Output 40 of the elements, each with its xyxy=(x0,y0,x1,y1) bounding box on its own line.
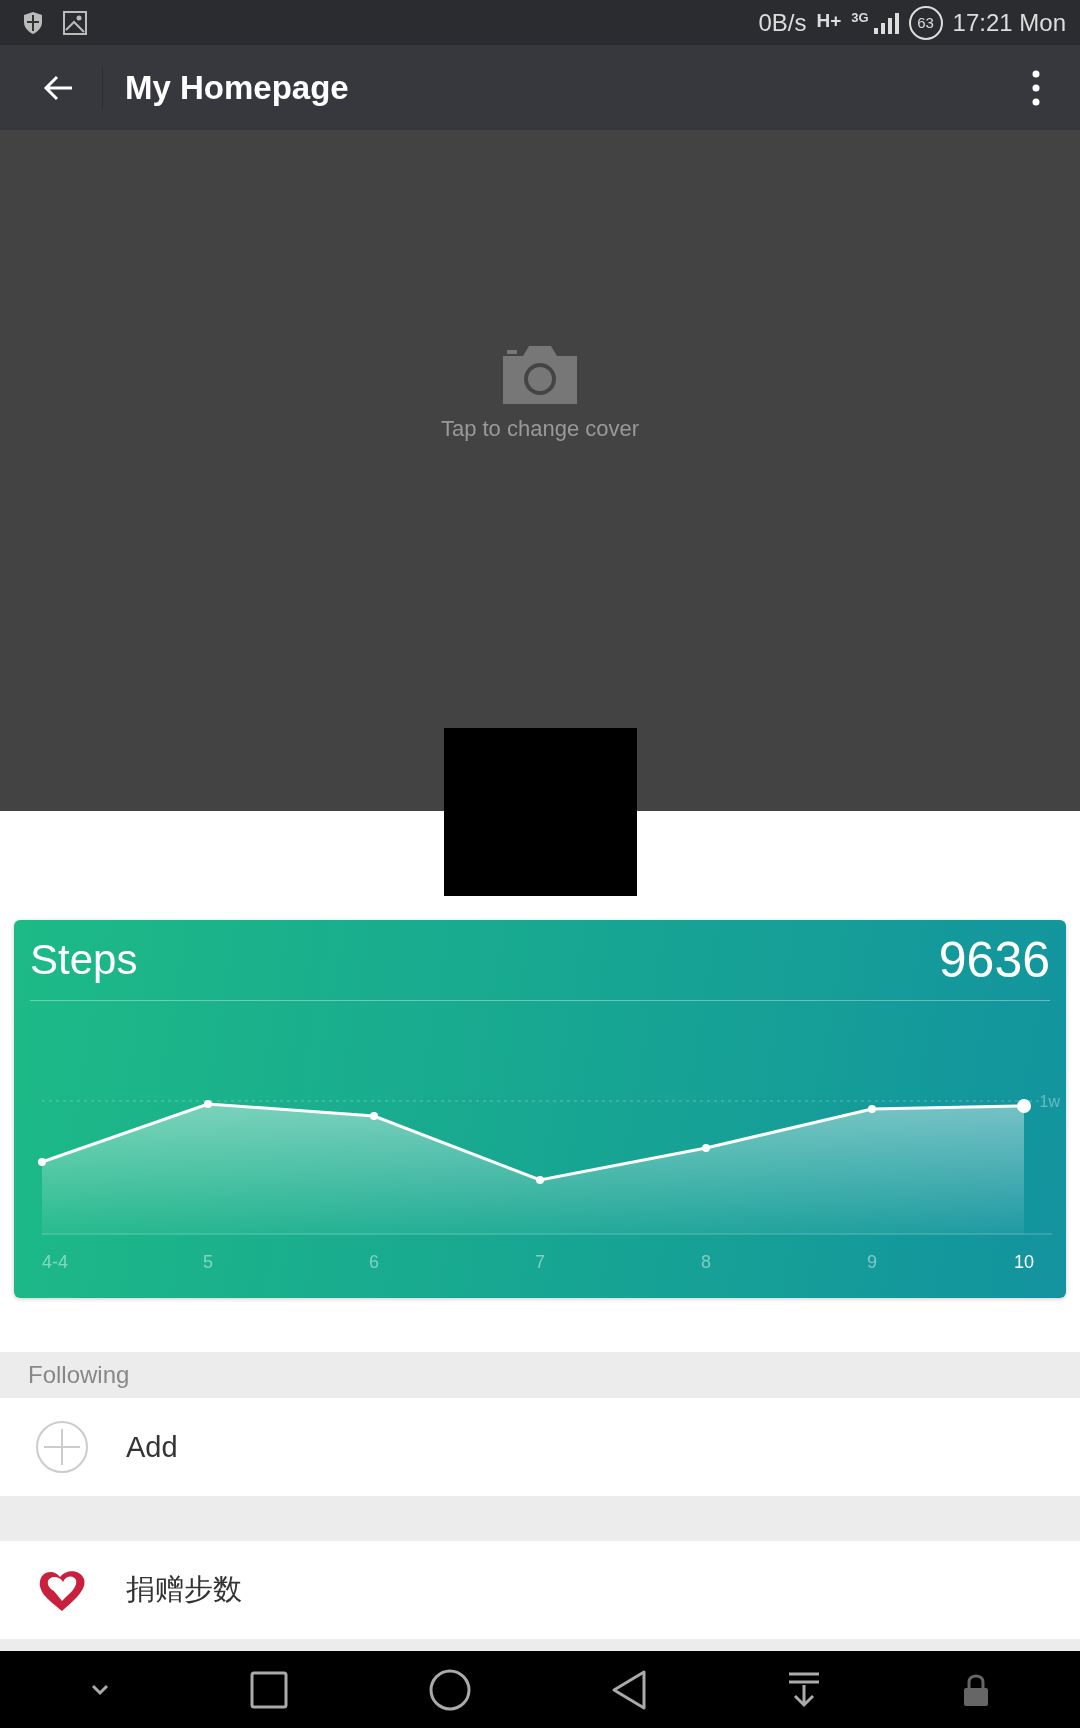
network-generation: 3G xyxy=(851,9,869,25)
day-label[interactable]: 7 xyxy=(535,1252,545,1272)
chart-point xyxy=(536,1176,544,1184)
page-title: My Homepage xyxy=(125,68,350,107)
day-label[interactable]: 5 xyxy=(203,1252,213,1272)
day-label[interactable]: 10 xyxy=(1014,1252,1034,1272)
image-icon xyxy=(62,9,88,36)
home-icon[interactable] xyxy=(428,1668,471,1711)
network-type: H+ xyxy=(816,9,842,32)
day-label[interactable]: 8 xyxy=(701,1252,711,1272)
day-label[interactable]: 4-4 xyxy=(42,1252,68,1272)
cover-area[interactable]: Tap to change cover xyxy=(0,130,1080,811)
chart-point xyxy=(370,1112,378,1120)
cover-hint: Tap to change cover xyxy=(440,416,640,442)
chart-point xyxy=(1017,1099,1031,1113)
add-label: Add xyxy=(126,1430,178,1464)
notification-pull-icon[interactable] xyxy=(787,1670,822,1709)
chart-point xyxy=(204,1100,212,1108)
more-icon xyxy=(1032,69,1040,106)
signal-icon xyxy=(872,11,899,34)
day-label[interactable]: 6 xyxy=(369,1252,379,1272)
chart-point xyxy=(702,1144,710,1152)
clock: 17:21 Mon xyxy=(952,8,1066,37)
shield-icon xyxy=(22,10,44,35)
network-speed: 0B/s xyxy=(758,8,807,37)
section-header: Following xyxy=(28,1361,130,1389)
reference-label: 1w xyxy=(1039,1093,1060,1110)
arrow-left-icon xyxy=(42,73,74,102)
recent-apps-icon[interactable] xyxy=(250,1670,289,1709)
plus-circle-icon xyxy=(34,1420,90,1474)
step-count: 9636 xyxy=(938,931,1050,989)
day-label[interactable]: 9 xyxy=(867,1252,877,1272)
steps-card[interactable]: Steps 9636 1w 4-4 5 6 7 8 9 10 xyxy=(14,920,1066,1298)
chart-point xyxy=(38,1158,46,1166)
donate-label: 捐赠步数 xyxy=(126,1572,242,1607)
chart-point xyxy=(868,1105,876,1113)
card-title: Steps xyxy=(30,936,138,984)
chevron-down-icon[interactable] xyxy=(90,1683,111,1696)
battery-indicator: 63 xyxy=(908,5,943,40)
back-icon[interactable] xyxy=(611,1668,648,1711)
